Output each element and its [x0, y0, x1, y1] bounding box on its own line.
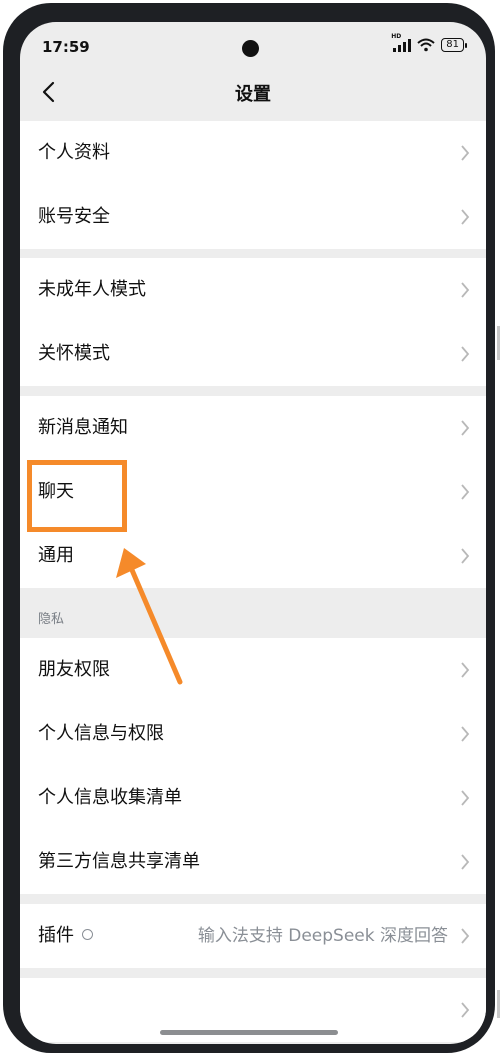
home-indicator[interactable]	[160, 1030, 338, 1035]
screen: 17:59 HD 81 设置 个人资料 账号安全 未成年人模式 关怀模式 新消息…	[20, 22, 486, 1044]
annotation-arrow-icon	[116, 548, 183, 685]
phone-frame: 17:59 HD 81 设置 个人资料 账号安全 未成年人模式 关怀模式 新消息…	[3, 3, 495, 1053]
